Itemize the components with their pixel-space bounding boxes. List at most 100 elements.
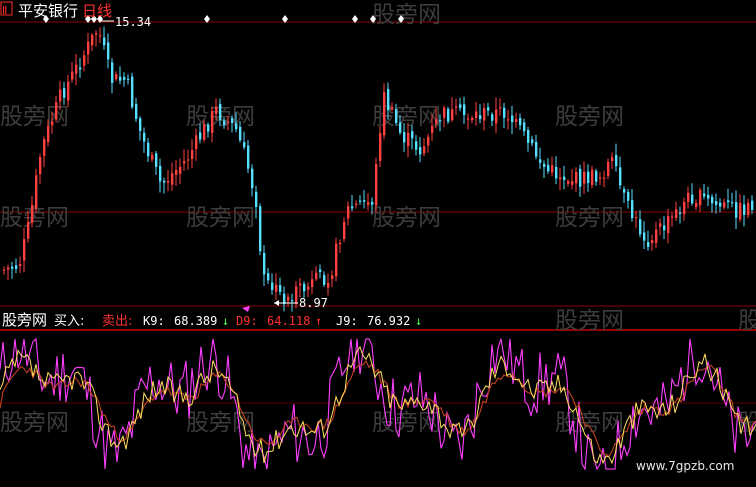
- candle-body: [515, 119, 518, 122]
- watermark-text: 股旁网: [0, 410, 69, 436]
- candle-body: [51, 121, 54, 126]
- watermark-text: 股旁网: [372, 104, 441, 130]
- candle-body: [243, 142, 246, 148]
- candle-body: [167, 180, 170, 183]
- low-arrow-icon: [274, 300, 279, 306]
- d-value: 64.118: [267, 314, 310, 328]
- candle-body: [7, 267, 10, 270]
- candle-body: [427, 136, 430, 146]
- candle-body: [347, 206, 350, 219]
- candle-body: [55, 102, 58, 120]
- candle-body: [535, 141, 538, 157]
- sell-label: 卖出:: [102, 314, 132, 329]
- candle-body: [379, 133, 382, 161]
- chart-stage: 股旁网 股旁网 股旁网 股旁网 股旁网 股旁网 股旁网 股旁网 股旁网 股旁网 …: [0, 0, 756, 487]
- candle-body: [683, 201, 686, 215]
- candle-body: [435, 119, 438, 124]
- candle-body: [743, 204, 746, 216]
- candle-body: [467, 118, 470, 120]
- candle-body: [699, 189, 702, 206]
- candle-body: [131, 76, 134, 108]
- candle-body: [407, 132, 410, 147]
- candle-body: [255, 191, 258, 207]
- candle-body: [395, 108, 398, 123]
- candle-body: [99, 35, 102, 37]
- candle-body: [143, 132, 146, 142]
- candle-body: [495, 109, 498, 124]
- candle-body: [599, 177, 602, 179]
- candle-body: [107, 42, 110, 60]
- k-value: 68.389: [174, 314, 217, 328]
- candle-body: [351, 206, 354, 209]
- candle-body: [671, 216, 674, 218]
- candle-body: [575, 172, 578, 184]
- candle-body: [731, 202, 734, 204]
- candle-body: [223, 120, 226, 126]
- candle-body: [659, 223, 662, 227]
- candle-body: [63, 88, 66, 98]
- candle-body: [647, 242, 650, 247]
- candle-body: [471, 117, 474, 121]
- candle-body: [31, 204, 34, 223]
- candle-body: [571, 181, 574, 185]
- candle-body: [111, 62, 114, 83]
- candle-body: [439, 120, 442, 122]
- candle-body: [591, 169, 594, 185]
- candle-body: [199, 132, 202, 140]
- candle-body: [95, 33, 98, 35]
- candle-body: [215, 106, 218, 115]
- candle-body: [315, 272, 318, 280]
- watermark-text: 股旁网: [186, 205, 255, 231]
- candle-body: [479, 115, 482, 120]
- header-badge: Ⅱ: [2, 4, 7, 17]
- candle-body: [419, 147, 422, 155]
- candle-body: [651, 240, 654, 244]
- kdj-lines: [0, 337, 756, 471]
- candle-body: [127, 78, 130, 80]
- candle-body: [355, 203, 358, 206]
- candle-body: [71, 71, 74, 80]
- candle-body: [307, 286, 310, 290]
- candle-body: [299, 283, 302, 286]
- candle-body: [339, 242, 342, 245]
- candle-body: [47, 126, 50, 143]
- candle-body: [151, 154, 154, 160]
- candle-body: [211, 110, 214, 133]
- candle-body: [679, 212, 682, 214]
- candle-body: [587, 171, 590, 184]
- candle-body: [415, 141, 418, 150]
- candle-body: [399, 122, 402, 133]
- candle-body: [171, 173, 174, 185]
- candle-body: [27, 222, 30, 239]
- candle-body: [691, 194, 694, 204]
- candle-body: [383, 92, 386, 136]
- candle-body: [527, 129, 530, 143]
- candle-body: [663, 225, 666, 231]
- candle-body: [195, 135, 198, 149]
- candle-body: [639, 219, 642, 235]
- candle-body: [187, 159, 190, 161]
- candle-body: [727, 200, 730, 203]
- candle-body: [703, 193, 706, 197]
- candle-body: [675, 209, 678, 218]
- candle-body: [11, 266, 14, 269]
- candle-body: [175, 169, 178, 175]
- cursor-marker-icon: [242, 306, 250, 312]
- candle-body: [123, 77, 126, 80]
- watermark-text: 股旁网: [555, 410, 624, 436]
- candle-body: [35, 175, 38, 209]
- candle-body: [551, 165, 554, 173]
- candle-body: [67, 81, 70, 101]
- candle-body: [259, 206, 262, 252]
- candle-body: [547, 165, 550, 172]
- chart-svg: 股旁网 股旁网 股旁网 股旁网 股旁网 股旁网 股旁网 股旁网 股旁网 股旁网 …: [0, 1, 756, 473]
- candle-body: [623, 189, 626, 193]
- candle-body: [91, 35, 94, 46]
- candle-body: [631, 200, 634, 219]
- candle-body: [79, 67, 82, 70]
- candle-body: [311, 279, 314, 288]
- site-watermark: www.7gpzb.com: [636, 459, 734, 473]
- candle-body: [747, 202, 750, 216]
- candle-body: [619, 167, 622, 186]
- watermark-text: 股旁网: [555, 104, 624, 130]
